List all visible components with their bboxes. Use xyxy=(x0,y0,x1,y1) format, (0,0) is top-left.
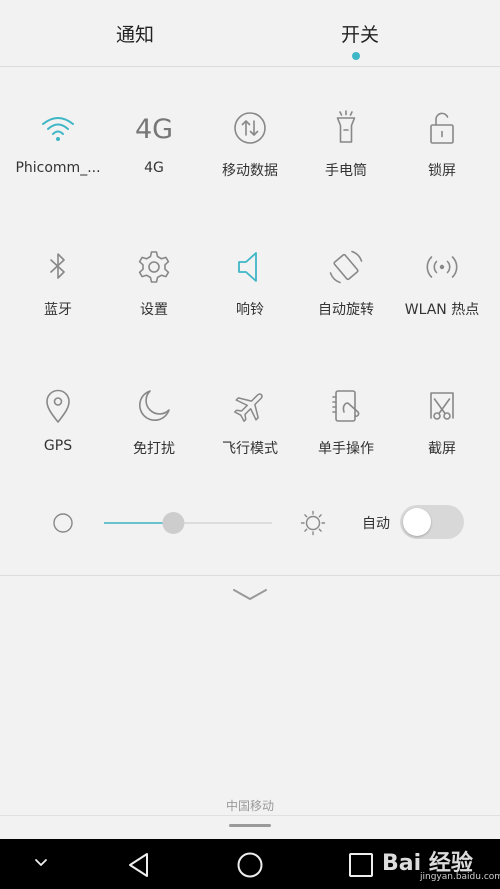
wifi-label: Phicomm_... xyxy=(15,160,101,176)
settings-icon xyxy=(138,251,170,283)
airplane-icon xyxy=(234,393,263,422)
home-icon[interactable] xyxy=(236,851,264,879)
back-icon[interactable] xyxy=(125,851,153,879)
gps-icon xyxy=(46,389,70,423)
one-hand-icon xyxy=(332,390,360,422)
bluetooth-icon xyxy=(50,253,65,279)
hotspot-toggle[interactable]: WLAN 热点 xyxy=(394,249,490,339)
auto-brightness-label: 自动 xyxy=(362,516,390,532)
recents-icon[interactable] xyxy=(348,852,374,878)
tab-switches[interactable]: 开关 xyxy=(341,20,379,47)
wifi-icon xyxy=(42,117,74,141)
gps-toggle[interactable]: GPS xyxy=(10,388,106,478)
settings-label: 设置 xyxy=(140,302,168,318)
hotspot-icon xyxy=(426,256,458,278)
watermark-url: jingyan.baidu.com xyxy=(420,872,500,882)
ringer-icon xyxy=(238,252,257,282)
bottom-divider xyxy=(0,815,500,816)
bluetooth-toggle[interactable]: 蓝牙 xyxy=(10,249,106,339)
brightness-low-icon xyxy=(53,513,73,533)
auto-brightness-switch[interactable] xyxy=(400,505,464,539)
flashlight-label: 手电筒 xyxy=(325,163,367,179)
bluetooth-label: 蓝牙 xyxy=(44,302,72,318)
carrier-label: 中国移动 xyxy=(225,799,274,813)
panel-divider xyxy=(0,575,500,576)
ringer-label: 响铃 xyxy=(236,302,264,318)
screenshot-label: 截屏 xyxy=(428,441,456,457)
lock-screen-toggle[interactable]: 锁屏 xyxy=(394,110,490,200)
chevron-down-icon[interactable] xyxy=(232,588,268,602)
airplane-mode-label: 飞行模式 xyxy=(222,441,278,457)
mobile-data-toggle[interactable]: 移动数据 xyxy=(202,110,298,200)
airplane-mode-toggle[interactable]: 飞行模式 xyxy=(202,388,298,478)
slider-thumb[interactable] xyxy=(162,512,185,534)
one-hand-mode-toggle[interactable]: 单手操作 xyxy=(298,388,394,478)
screenshot-button[interactable]: 截屏 xyxy=(394,388,490,478)
4g-label: 4G xyxy=(144,160,164,176)
gps-label: GPS xyxy=(43,438,73,454)
screenshot-icon xyxy=(430,392,454,420)
header-divider xyxy=(0,66,500,67)
brightness-control: 自动 xyxy=(0,503,500,543)
one-hand-mode-label: 单手操作 xyxy=(318,441,374,457)
active-tab-indicator xyxy=(352,52,360,60)
ringer-toggle[interactable]: 响铃 xyxy=(202,249,298,339)
do-not-disturb-label: 免打扰 xyxy=(133,441,175,457)
hotspot-label: WLAN 热点 xyxy=(404,302,480,318)
settings-shortcut[interactable]: 设置 xyxy=(106,249,202,339)
do-not-disturb-toggle[interactable]: 免打扰 xyxy=(106,388,202,478)
flashlight-toggle[interactable]: 手电筒 xyxy=(298,110,394,200)
mobile-data-label: 移动数据 xyxy=(222,163,278,179)
wifi-toggle[interactable]: Phicomm_... xyxy=(10,110,106,200)
4g-icon: 4G xyxy=(136,114,172,145)
brightness-high-icon xyxy=(300,510,326,536)
mobile-data-icon xyxy=(234,112,266,144)
auto-rotate-toggle[interactable]: 自动旋转 xyxy=(298,249,394,339)
lock-screen-label: 锁屏 xyxy=(428,163,456,179)
auto-rotate-label: 自动旋转 xyxy=(318,302,374,318)
moon-icon xyxy=(138,390,170,422)
navigation-bar: Bai 经验 jingyan.baidu.com xyxy=(0,839,500,889)
quick-settings-tabs: 通知 开关 xyxy=(0,0,500,66)
flashlight-icon xyxy=(336,110,356,143)
hide-navbar-icon[interactable] xyxy=(34,858,48,868)
4g-toggle[interactable]: 4G 4G xyxy=(106,110,202,200)
lock-icon xyxy=(430,112,454,144)
tab-notifications[interactable]: 通知 xyxy=(116,20,154,47)
drag-handle[interactable] xyxy=(229,824,271,827)
switch-knob xyxy=(403,508,431,536)
svg-text:4G: 4G xyxy=(136,114,172,145)
auto-rotate-icon xyxy=(329,250,363,284)
brightness-slider[interactable] xyxy=(104,509,272,537)
